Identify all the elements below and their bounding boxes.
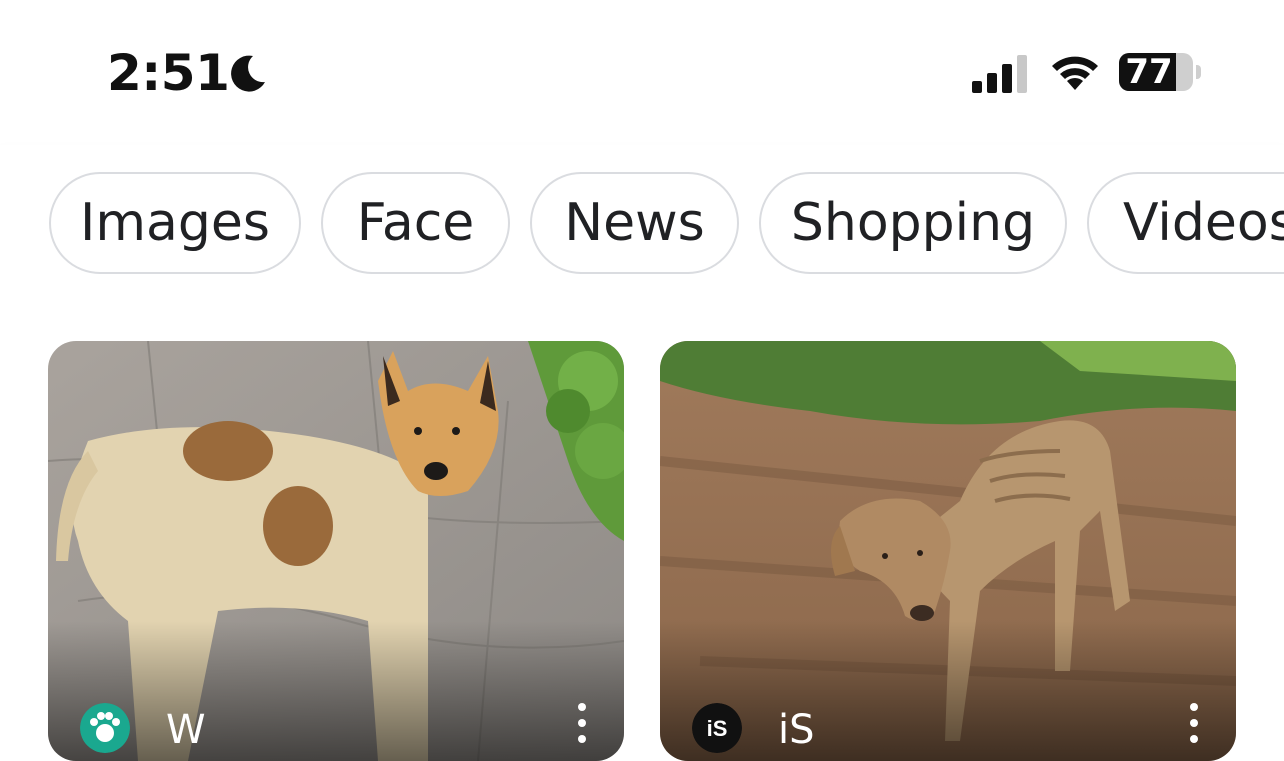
- image-results-grid: W iS iS: [0, 309, 1284, 761]
- battery-level: 77: [1125, 53, 1173, 91]
- image-result-card[interactable]: iS iS: [660, 341, 1236, 761]
- moon-icon: [231, 55, 265, 92]
- image-result-card[interactable]: W: [48, 341, 624, 761]
- more-options-icon[interactable]: [1182, 699, 1206, 759]
- result-source-name: iS: [778, 707, 815, 753]
- chip-shopping[interactable]: Shopping: [759, 172, 1067, 274]
- paw-icon: [80, 703, 130, 753]
- chip-videos[interactable]: Videos: [1087, 172, 1284, 274]
- search-filter-chips: Images Face News Shopping Videos: [0, 145, 1284, 309]
- status-time: 2:51: [107, 44, 230, 102]
- chip-images[interactable]: Images: [49, 172, 301, 274]
- wifi-icon: [1052, 56, 1098, 90]
- svg-text:iS: iS: [707, 716, 728, 741]
- istock-icon: iS: [692, 703, 742, 753]
- more-options-icon[interactable]: [570, 699, 594, 759]
- status-bar: 2:51 77: [0, 0, 1284, 145]
- chip-face[interactable]: Face: [321, 172, 510, 274]
- result-source-name: W: [166, 707, 206, 753]
- battery-indicator: 77: [1119, 53, 1203, 93]
- chip-news[interactable]: News: [530, 172, 739, 274]
- cellular-signal-icon: [972, 55, 1027, 93]
